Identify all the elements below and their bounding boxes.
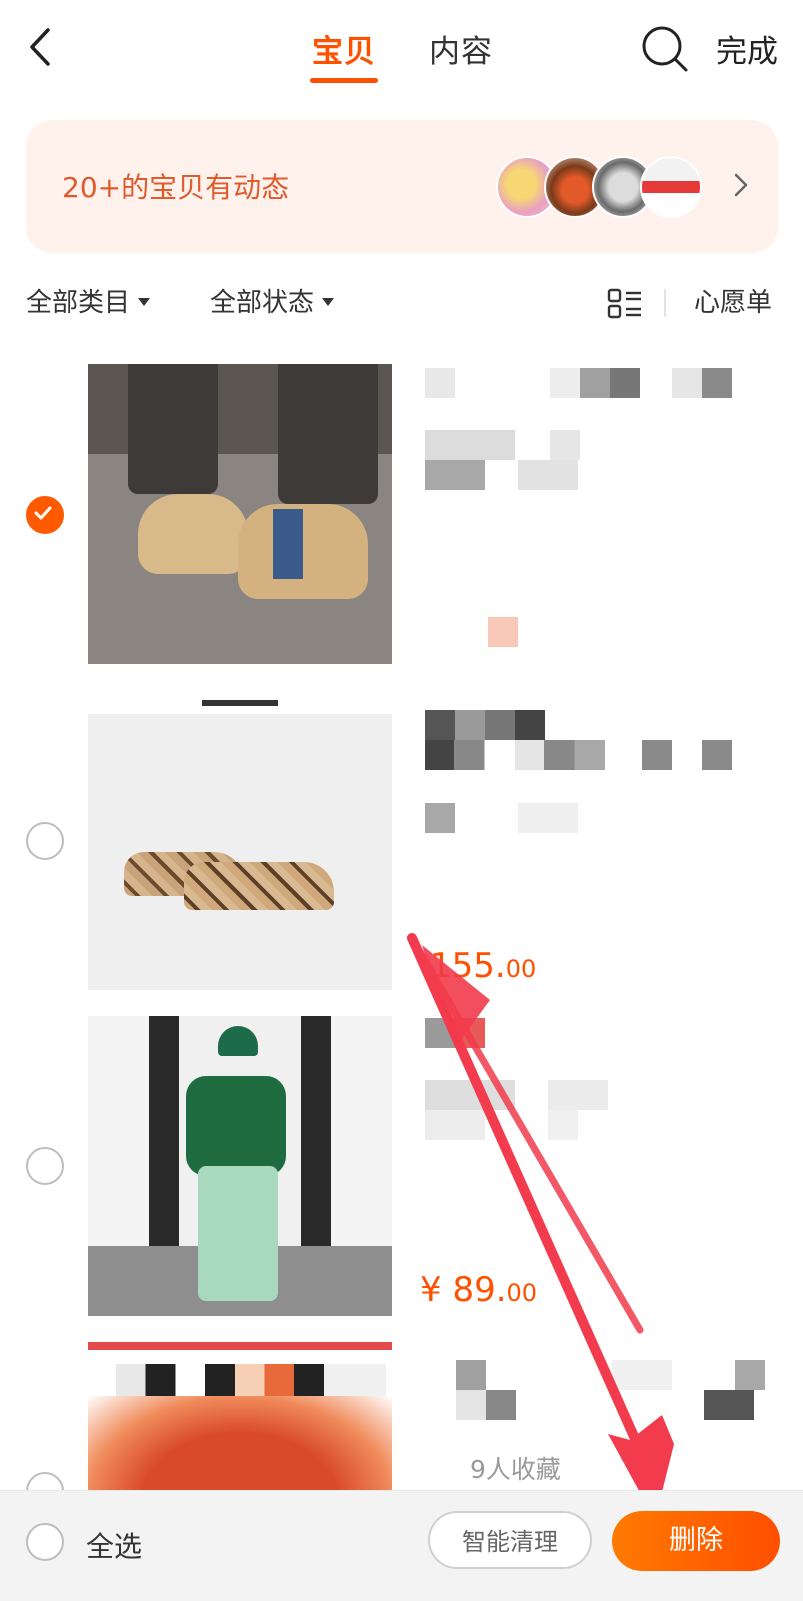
item-2-image[interactable]: [88, 692, 392, 990]
item-1-image[interactable]: [88, 364, 392, 664]
check-icon: [34, 506, 52, 520]
item-2-title-blur: [425, 740, 605, 770]
item-1-price-blur: [488, 617, 518, 647]
item-2-title-blur: [702, 740, 732, 770]
item-4-fav-count: 9人收藏: [470, 1455, 561, 1484]
item-1-shoe-right: [238, 504, 368, 599]
back-arrow-icon[interactable]: [22, 26, 62, 68]
active-tab-indicator: [310, 78, 378, 83]
item-2-price: 155.00: [430, 946, 536, 986]
activity-banner[interactable]: 20+的宝贝有动态: [26, 120, 778, 253]
item-3-price-main: ¥ 89.: [420, 1270, 507, 1310]
item-1-title-blur: [610, 368, 640, 398]
done-button[interactable]: 完成: [716, 26, 778, 71]
item-3-checkbox[interactable]: [26, 1147, 64, 1185]
category-filter-label: 全部类目: [26, 288, 131, 318]
item-1-title-blur: [580, 368, 610, 398]
delete-button[interactable]: 删除: [612, 1511, 780, 1571]
item-4-banner-blur: [116, 1364, 386, 1396]
item-1-title-blur: [425, 368, 455, 398]
item-1-title-blur: [425, 460, 485, 490]
item-2-title-blur: [518, 803, 578, 833]
item-3-title-blur: [425, 1110, 485, 1140]
caret-down-icon: [322, 297, 335, 306]
list-view-icon[interactable]: [607, 287, 643, 321]
item-1-title-blur: [550, 368, 580, 398]
item-1-pants-left: [128, 364, 218, 494]
select-all-checkbox[interactable]: [26, 1523, 64, 1561]
item-2-checkbox[interactable]: [26, 822, 64, 860]
item-1-title-blur: [425, 430, 515, 460]
item-3-title-blur: [425, 1080, 515, 1110]
item-4-title-blur: [612, 1360, 672, 1390]
item-3-pants: [198, 1166, 278, 1301]
smart-clean-button[interactable]: 智能清理: [428, 1511, 592, 1569]
bottom-action-bar: 全选 智能清理 删除: [0, 1490, 803, 1601]
item-2-price-cents: 00: [505, 955, 537, 983]
banner-text: 20+的宝贝有动态: [62, 171, 290, 204]
banner-thumb-4: [640, 156, 702, 218]
item-3-title-blur: [548, 1110, 578, 1140]
search-icon[interactable]: [640, 24, 690, 74]
item-1-title-blur: [518, 460, 578, 490]
status-filter[interactable]: 全部状态: [210, 282, 335, 319]
item-3-title-blur: [548, 1080, 608, 1110]
item-4-image[interactable]: [88, 1342, 392, 1498]
wishlist-link[interactable]: 心愿单: [694, 282, 772, 319]
item-2-price-main: 155.: [430, 946, 506, 986]
status-filter-label: 全部状态: [210, 288, 315, 318]
tab-baobei[interactable]: 宝贝: [312, 26, 376, 71]
item-4-title-blur: [456, 1390, 516, 1420]
filter-divider: [664, 289, 666, 317]
item-4-title-blur: [735, 1360, 765, 1390]
item-2-brand-logo: [202, 700, 278, 706]
item-3-price: ¥ 89.00: [420, 1270, 537, 1310]
item-2-shoe-right: [184, 862, 334, 910]
item-1-checkbox[interactable]: [26, 496, 64, 534]
item-4-title-blur: [704, 1390, 754, 1420]
item-1-pants-right: [278, 364, 378, 504]
item-3-hat: [218, 1026, 258, 1056]
item-3-price-cents: 00: [506, 1279, 538, 1307]
tab-content[interactable]: 内容: [429, 26, 493, 71]
item-3-image[interactable]: [88, 1016, 392, 1316]
caret-down-icon: [138, 297, 151, 306]
item-3-jacket: [186, 1076, 286, 1176]
item-4-title-blur: [456, 1360, 486, 1390]
chevron-right-icon: [734, 173, 748, 197]
item-4-food: [88, 1396, 392, 1498]
item-1-title-blur: [702, 368, 732, 398]
select-all-label[interactable]: 全选: [86, 1525, 142, 1565]
item-1-title-blur: [550, 430, 580, 460]
item-2-title-blur: [642, 740, 672, 770]
category-filter[interactable]: 全部类目: [26, 282, 151, 319]
item-2-title-blur: [425, 803, 455, 833]
item-1-title-blur: [672, 368, 702, 398]
item-1-shoe-tongue: [273, 509, 303, 579]
item-3-title-blur: [425, 1018, 485, 1048]
item-1-shoe-left: [138, 494, 248, 574]
